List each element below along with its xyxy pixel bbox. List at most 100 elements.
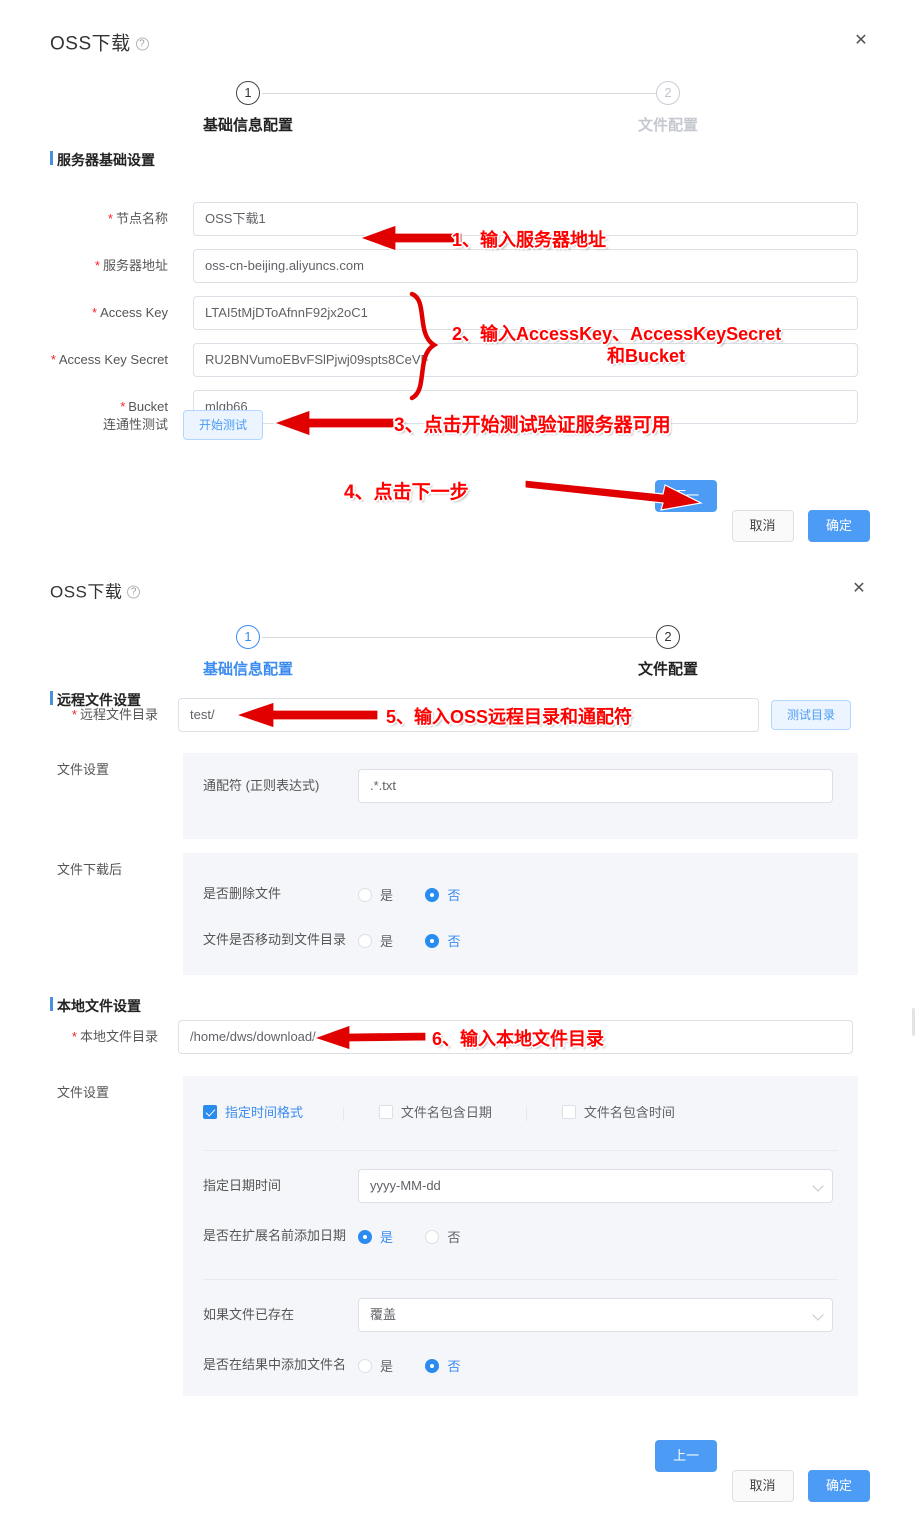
radio-dot	[425, 887, 440, 902]
radio-dot	[358, 887, 372, 902]
form-row-access-key: * Access Key LTAI5tMjDToAfnnF92jx2oC1	[0, 296, 918, 340]
required-mark: *	[71, 707, 77, 722]
chevron-down-icon	[812, 1180, 824, 1192]
form-row-local-dir: * 本地文件目录 /home/dws/download/	[0, 1020, 918, 1064]
prev-step-button[interactable]: 上一步	[655, 1440, 718, 1493]
footer-buttons-step1: 下一步 取消 确定	[645, 480, 870, 542]
footer-buttons-step2: 上一步 取消 确定	[645, 1440, 870, 1502]
label-date-format: 指定日期时间	[203, 1178, 282, 1193]
radio-dot	[358, 1229, 372, 1244]
input-access-key-secret[interactable]: RU2BNVumoEBvFSlPjwj09spts8CeVF	[193, 343, 858, 377]
cancel-button[interactable]: 取消	[731, 1470, 794, 1502]
input-node-name[interactable]: OSS下载1	[193, 202, 858, 236]
radio-delete-file-no[interactable]: 否	[425, 885, 460, 904]
step-circle-2: 2	[656, 625, 680, 649]
step-label-2: 文件配置	[637, 117, 698, 134]
step-label-2: 文件配置	[637, 661, 698, 678]
label-delete-file: 是否删除文件	[203, 886, 282, 901]
step-item-2[interactable]: 2 文件配置	[588, 74, 748, 135]
label-access-key-secret: * Access Key Secret	[50, 352, 168, 367]
checkbox-box	[203, 1104, 217, 1119]
radio-append-filename-yes[interactable]: 是	[358, 1356, 393, 1375]
required-mark: *	[107, 211, 113, 226]
divider	[526, 1106, 528, 1121]
server-base-form: * 节点名称 OSS下载1 * 服务器地址 oss-cn-beijing.aliyu…	[0, 182, 918, 442]
input-remote-dir[interactable]: test/	[178, 698, 759, 732]
form-row-wildcard: 通配符 (正则表达式) .*.txt	[183, 769, 858, 803]
dialog-header-step2: OSS下载? ✕	[0, 548, 918, 604]
oss-download-dialog-step2: OSS下载? ✕ 1 基础信息配置 2 文件配置 远程文件设置 * 远程文件目录 …	[0, 548, 918, 1516]
next-step-button[interactable]: 下一步	[655, 480, 718, 533]
label-append-filename: 是否在结果中添加文件名	[203, 1357, 347, 1372]
after-download-group: 文件下载后 是否删除文件 是 否 文件是否移动到文件目录 是 否	[0, 853, 918, 975]
checkbox-box	[378, 1104, 393, 1119]
radio-group-prefix-date: 是 否	[358, 1227, 488, 1249]
label-after-download: 文件下载后	[57, 862, 123, 877]
radio-append-filename-no[interactable]: 否	[425, 1356, 460, 1375]
step-circle-2: 2	[656, 81, 680, 105]
step-indicator-step1: 1 基础信息配置 2 文件配置	[0, 74, 918, 138]
dialog-title-text: OSS下载	[50, 33, 131, 55]
radio-dot	[358, 933, 372, 948]
form-row-prefix-date: 是否在扩展名前添加日期 是 否	[183, 1219, 858, 1265]
step-item-2[interactable]: 2 文件配置	[588, 618, 748, 679]
close-icon[interactable]: ✕	[850, 581, 868, 599]
radio-prefix-date-yes[interactable]: 是	[358, 1227, 393, 1246]
step-label-1: 基础信息配置	[202, 117, 293, 134]
radio-move-file-no[interactable]: 否	[425, 931, 460, 950]
radio-dot	[425, 933, 440, 948]
question-circle-icon[interactable]: ?	[135, 37, 149, 51]
form-row-if-exists: 如果文件已存在 覆盖	[183, 1298, 858, 1348]
required-mark: *	[94, 258, 100, 273]
page-title: OSS下载?	[50, 29, 149, 56]
label-access-key: * Access Key	[92, 305, 168, 320]
form-row-move-file: 文件是否移动到文件目录 是 否	[183, 923, 858, 969]
form-row-node-name: * 节点名称 OSS下载1	[0, 202, 918, 246]
label-file-settings: 文件设置	[57, 762, 110, 777]
label-connectivity-test: 连通性测试	[102, 417, 168, 432]
required-mark: *	[50, 352, 56, 367]
input-wildcard[interactable]: .*.txt	[358, 769, 833, 803]
checkbox-filename-includes-date[interactable]: 文件名包含日期	[378, 1102, 492, 1121]
oss-download-dialog-step1: OSS下载? ✕ 1 基础信息配置 2 文件配置 服务器基础设置 * 节点名称 O…	[0, 0, 918, 542]
confirm-button[interactable]: 确定	[808, 1470, 870, 1502]
select-if-exists[interactable]: 覆盖	[358, 1298, 833, 1332]
label-node-name: * 节点名称	[107, 211, 168, 226]
required-mark: *	[92, 305, 98, 320]
input-access-key[interactable]: LTAI5tMjDToAfnnF92jx2oC1	[193, 296, 858, 330]
radio-prefix-date-no[interactable]: 否	[425, 1227, 460, 1246]
cancel-button[interactable]: 取消	[731, 510, 794, 542]
select-date-format[interactable]: yyyy-MM-dd	[358, 1169, 833, 1203]
step-item-1[interactable]: 1 基础信息配置	[168, 618, 328, 679]
chevron-down-icon	[812, 1309, 824, 1321]
radio-move-file-yes[interactable]: 是	[358, 931, 393, 950]
question-circle-icon[interactable]: ?	[127, 585, 141, 599]
confirm-button[interactable]: 确定	[808, 510, 870, 542]
form-row-append-filename: 是否在结果中添加文件名 是 否	[183, 1348, 858, 1388]
select-if-exists-value: 覆盖	[370, 1307, 397, 1322]
close-icon[interactable]: ✕	[852, 33, 870, 51]
checkbox-specify-time-format[interactable]: 指定时间格式	[203, 1102, 303, 1121]
input-local-dir[interactable]: /home/dws/download/	[178, 1020, 853, 1054]
step-item-1[interactable]: 1 基础信息配置	[168, 74, 328, 135]
step-circle-1: 1	[236, 81, 260, 105]
radio-delete-file-yes[interactable]: 是	[358, 885, 393, 904]
remote-file-settings-group: 文件设置 通配符 (正则表达式) .*.txt	[0, 753, 918, 839]
test-directory-button[interactable]: 测试目录	[771, 700, 851, 730]
checkbox-filename-includes-time[interactable]: 文件名包含时间	[561, 1102, 675, 1121]
input-server-address[interactable]: oss-cn-beijing.aliyuncs.com	[193, 249, 858, 283]
label-server-address: * 服务器地址	[94, 258, 168, 273]
step-indicator-step2: 1 基础信息配置 2 文件配置	[0, 618, 918, 682]
local-file-settings-box: 指定时间格式 文件名包含日期 文件名包含时间 指定日期时间 yyyy-MM-dd…	[183, 1076, 858, 1396]
radio-group-append-filename: 是 否	[358, 1356, 488, 1378]
scrollbar-thumb[interactable]	[912, 1008, 915, 1036]
dialog-footer-step2: 上一步 取消 确定	[0, 1434, 918, 1502]
section-title-local-file: 本地文件设置	[0, 996, 141, 1016]
label-move-file: 文件是否移动到文件目录	[203, 932, 347, 947]
dialog-footer-step1: 下一步 取消 确定	[0, 474, 918, 542]
radio-dot	[425, 1358, 440, 1373]
label-local-dir: * 本地文件目录	[71, 1029, 158, 1044]
radio-dot	[425, 1229, 440, 1244]
dialog-title-text-step2: OSS下载	[50, 582, 123, 602]
start-test-button[interactable]: 开始测试	[183, 410, 263, 440]
